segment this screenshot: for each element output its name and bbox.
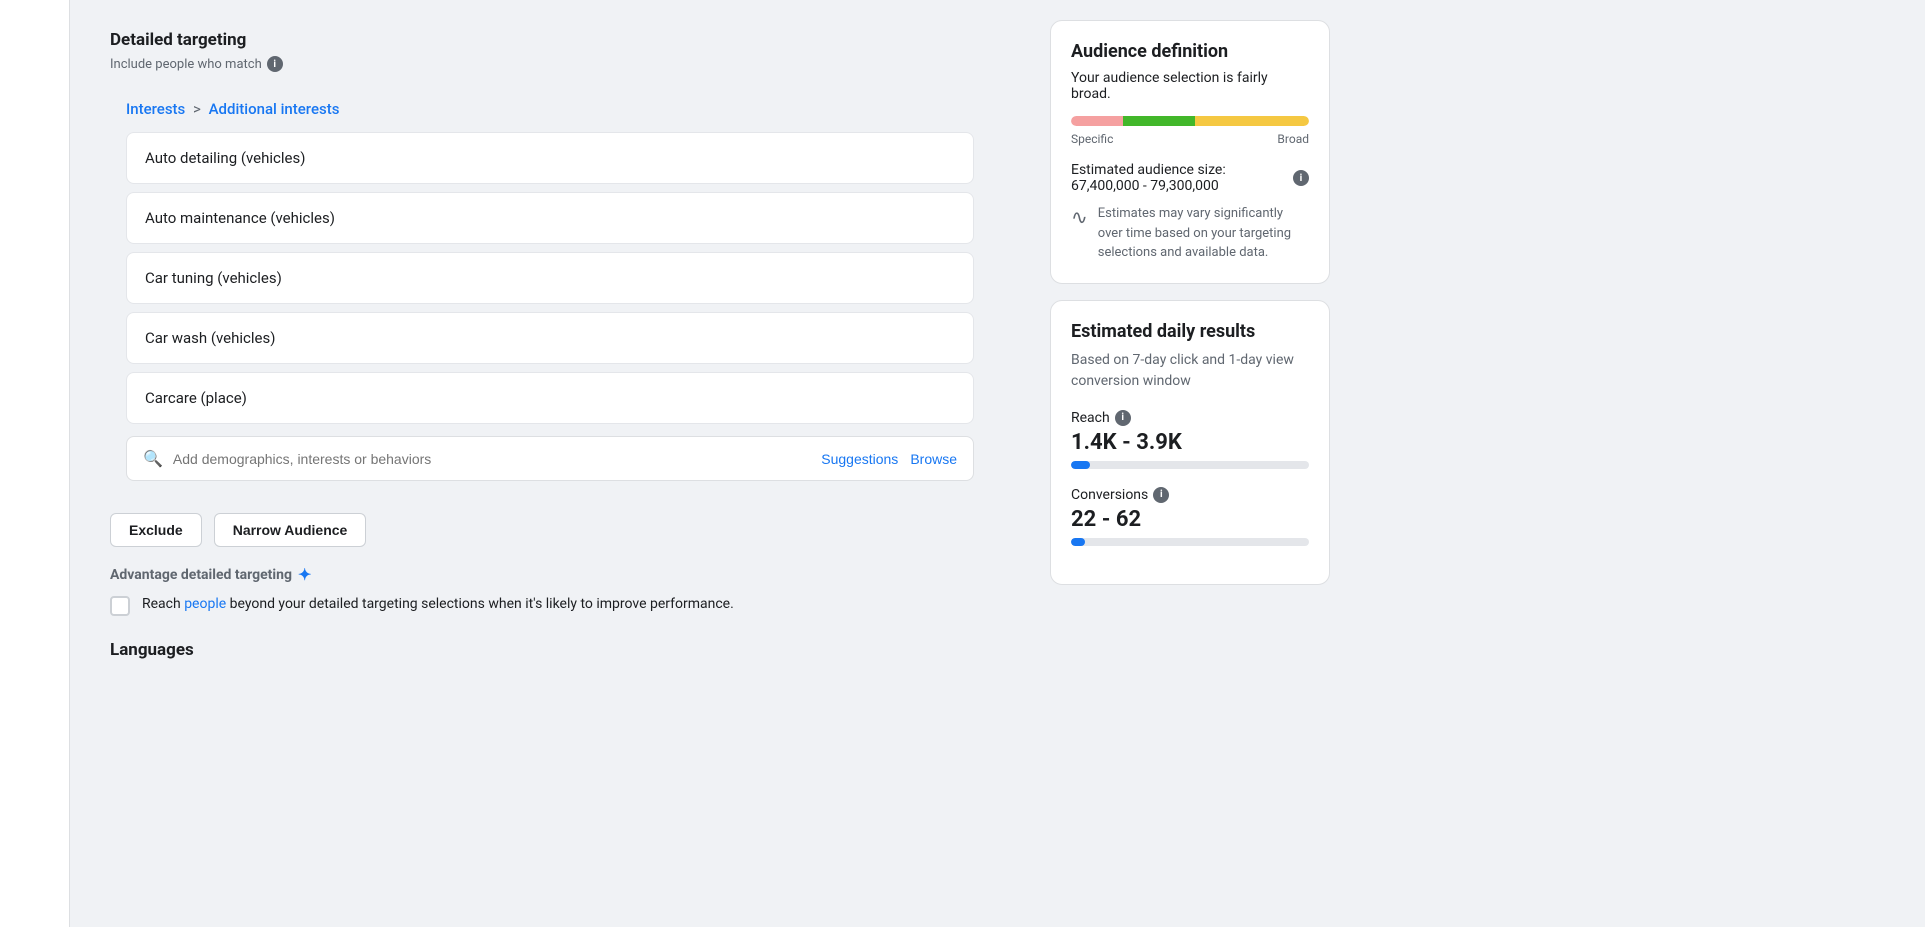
- estimates-row: ∿ Estimates may vary significantly over …: [1071, 204, 1309, 263]
- interest-label: Car wash (vehicles): [145, 329, 275, 347]
- conversions-bar-fill: [1071, 538, 1085, 546]
- languages-title: Languages: [110, 640, 990, 660]
- interest-item[interactable]: Carcare (place): [126, 372, 974, 424]
- meter-segment-red: [1071, 116, 1123, 126]
- estimates-icon: ∿: [1071, 205, 1088, 229]
- audience-definition-title: Audience definition: [1071, 41, 1309, 62]
- interest-item[interactable]: Auto detailing (vehicles): [126, 132, 974, 184]
- search-input[interactable]: [173, 451, 811, 467]
- daily-results-desc: Based on 7-day click and 1-day view conv…: [1071, 350, 1309, 392]
- narrow-audience-button[interactable]: Narrow Audience: [214, 513, 367, 547]
- interest-label: Car tuning (vehicles): [145, 269, 282, 287]
- estimates-text: Estimates may vary significantly over ti…: [1098, 204, 1309, 263]
- audience-size-info-icon[interactable]: i: [1293, 170, 1309, 186]
- left-sidebar: [0, 0, 70, 927]
- advantage-title: Advantage detailed targeting ✦: [110, 565, 990, 584]
- breadcrumb-interests[interactable]: Interests: [126, 100, 185, 118]
- breadcrumb: Interests > Additional interests: [126, 100, 974, 118]
- daily-results-title: Estimated daily results: [1071, 321, 1309, 342]
- meter-labels: Specific Broad: [1071, 132, 1309, 146]
- audience-definition-card: Audience definition Your audience select…: [1050, 20, 1330, 284]
- main-content: Detailed targeting Include people who ma…: [70, 0, 1030, 927]
- advantage-text: Reach people beyond your detailed target…: [142, 594, 734, 615]
- section-title: Detailed targeting: [110, 30, 990, 50]
- spark-icon: ✦: [298, 565, 311, 584]
- right-panel: Audience definition Your audience select…: [1030, 0, 1350, 927]
- interests-list: Auto detailing (vehicles) Auto maintenan…: [126, 132, 974, 424]
- audience-size-text: Estimated audience size: 67,400,000 - 79…: [1071, 162, 1309, 194]
- interest-item[interactable]: Car tuning (vehicles): [126, 252, 974, 304]
- reach-label: Reach i: [1071, 410, 1309, 426]
- conversions-label-text: Conversions: [1071, 487, 1148, 503]
- suggestions-button[interactable]: Suggestions: [821, 451, 898, 467]
- advantage-section: Advantage detailed targeting ✦ Reach peo…: [110, 565, 990, 616]
- daily-results-card: Estimated daily results Based on 7-day c…: [1050, 300, 1330, 585]
- advantage-text-after: beyond your detailed targeting selection…: [226, 596, 734, 612]
- interest-label: Carcare (place): [145, 389, 247, 407]
- meter-label-broad: Broad: [1277, 132, 1309, 146]
- interest-label: Auto detailing (vehicles): [145, 149, 305, 167]
- conversions-value: 22 - 62: [1071, 507, 1309, 532]
- conversions-bar: [1071, 538, 1309, 546]
- info-icon[interactable]: i: [267, 56, 283, 72]
- meter-segment-green: [1123, 116, 1194, 126]
- conversions-info-icon[interactable]: i: [1153, 487, 1169, 503]
- audience-meter-bar: [1071, 116, 1309, 126]
- reach-value: 1.4K - 3.9K: [1071, 430, 1309, 455]
- meter-label-specific: Specific: [1071, 132, 1113, 146]
- meter-segment-orange: [1195, 116, 1309, 126]
- breadcrumb-additional[interactable]: Additional interests: [209, 100, 340, 118]
- reach-bar-fill: [1071, 461, 1090, 469]
- audience-description: Your audience selection is fairly broad.: [1071, 70, 1309, 102]
- reach-info-icon[interactable]: i: [1115, 410, 1131, 426]
- reach-bar: [1071, 461, 1309, 469]
- targeting-box: Interests > Additional interests Auto de…: [110, 84, 990, 497]
- advantage-text-before: Reach: [142, 596, 184, 612]
- breadcrumb-separator: >: [193, 100, 201, 118]
- advantage-checkbox[interactable]: [110, 596, 130, 616]
- interest-item[interactable]: Car wash (vehicles): [126, 312, 974, 364]
- advantage-link[interactable]: people: [184, 596, 226, 612]
- exclude-button[interactable]: Exclude: [110, 513, 202, 547]
- search-bar: 🔍 Suggestions Browse: [126, 436, 974, 481]
- interest-item[interactable]: Auto maintenance (vehicles): [126, 192, 974, 244]
- reach-label-text: Reach: [1071, 410, 1110, 426]
- browse-button[interactable]: Browse: [910, 451, 957, 467]
- conversions-label: Conversions i: [1071, 487, 1309, 503]
- interest-label: Auto maintenance (vehicles): [145, 209, 335, 227]
- advantage-title-text: Advantage detailed targeting: [110, 567, 292, 583]
- audience-size-value: Estimated audience size: 67,400,000 - 79…: [1071, 162, 1288, 194]
- subtitle-text: Include people who match: [110, 57, 262, 72]
- advantage-body: Reach people beyond your detailed target…: [110, 594, 990, 616]
- search-icon: 🔍: [143, 449, 163, 468]
- button-row: Exclude Narrow Audience: [110, 513, 990, 547]
- search-actions: Suggestions Browse: [821, 451, 957, 467]
- section-subtitle: Include people who match i: [110, 56, 990, 72]
